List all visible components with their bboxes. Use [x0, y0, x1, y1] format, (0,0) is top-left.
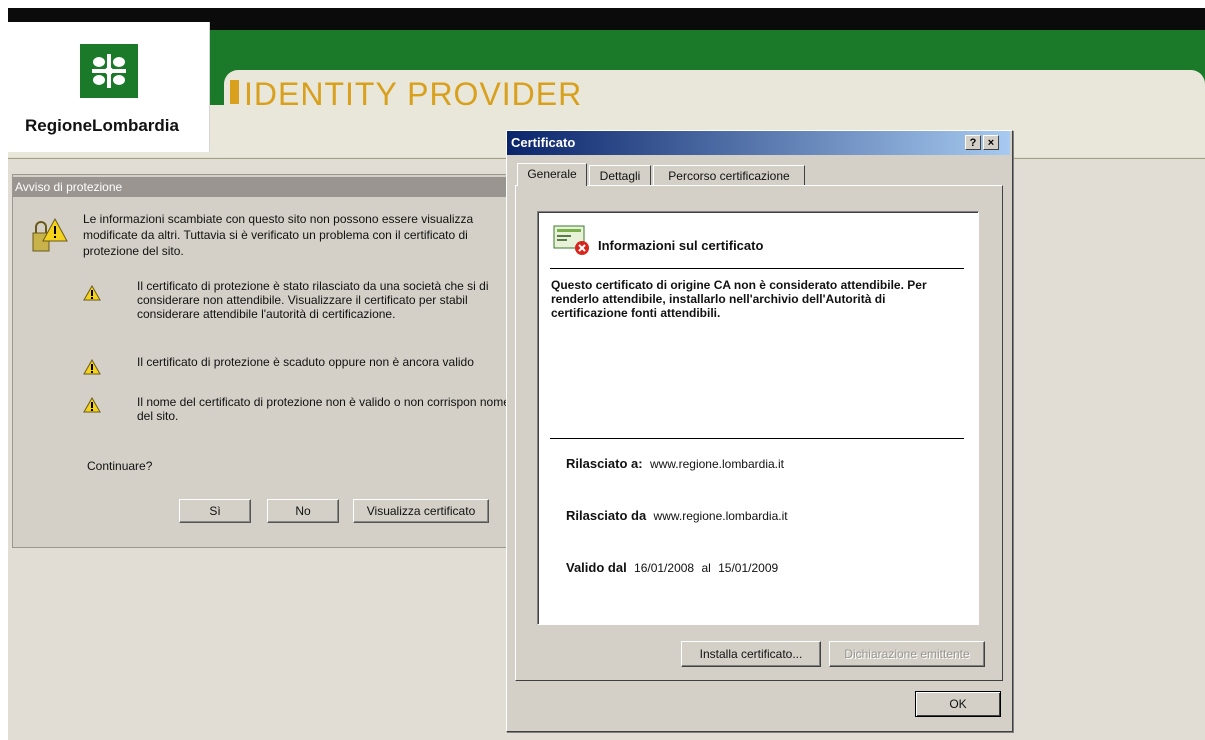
validity-row: Valido dal 16/01/2008 al 15/01/2009: [566, 560, 778, 575]
warning-icon: [83, 284, 101, 301]
warning-text-1: Il certificato di protezione è stato ril…: [137, 279, 489, 321]
warning-icon: [83, 358, 101, 375]
issued-by-label: Rilasciato da: [566, 508, 647, 523]
issued-to-label: Rilasciato a:: [566, 456, 643, 471]
security-intro-text: Le informazioni scambiate con questo sit…: [83, 212, 474, 258]
valid-from-label: Valido dal: [566, 560, 627, 575]
title-accent-bar: [230, 80, 239, 104]
install-certificate-button[interactable]: Installa certificato...: [681, 641, 821, 667]
ok-button[interactable]: OK: [915, 691, 1001, 717]
valid-separator: al: [701, 561, 711, 575]
tab-generale[interactable]: Generale: [517, 163, 587, 186]
security-warning-dialog: Avviso di protezione Le informazioni sca…: [12, 174, 522, 548]
warning-text-2: Il certificato di protezione è scaduto o…: [137, 355, 474, 369]
certificate-info-panel: Informazioni sul certificato Questo cert…: [537, 211, 979, 625]
divider: [550, 438, 964, 439]
yes-button[interactable]: Sì: [179, 499, 251, 523]
certificate-trust-warning: Questo certificato di origine CA non è c…: [551, 278, 927, 320]
security-dialog-title: Avviso di protezione: [13, 177, 521, 197]
logo-wordmark: RegioneLombardia: [25, 116, 179, 135]
regione-logo[interactable]: RegioneLombardia: [8, 22, 210, 152]
issued-by-value: www.regione.lombardia.it: [653, 509, 788, 523]
issuer-statement-button[interactable]: Dichiarazione emittente: [829, 641, 985, 667]
tab-percorso-certificazione[interactable]: Percorso certificazione: [653, 165, 805, 185]
screen-frame: RegioneLombardia IDENTITY PROVIDER Avvis…: [8, 8, 1205, 740]
valid-to-date: 15/01/2009: [718, 561, 779, 575]
certificate-info-title: Informazioni sul certificato: [598, 238, 764, 253]
continue-question: Continuare?: [87, 459, 153, 473]
valid-from-date: 16/01/2008: [634, 561, 695, 575]
issued-by-row: Rilasciato da www.regione.lombardia.it: [566, 508, 788, 523]
close-button[interactable]: ×: [983, 135, 999, 150]
no-button[interactable]: No: [267, 499, 339, 523]
page-title: IDENTITY PROVIDER: [244, 76, 583, 112]
rosa-camuna-icon: [80, 44, 138, 98]
issued-to-row: Rilasciato a: www.regione.lombardia.it: [566, 456, 784, 471]
help-button[interactable]: ?: [965, 135, 981, 150]
warning-text-3: Il nome del certificato di protezione no…: [137, 395, 510, 423]
view-certificate-button[interactable]: Visualizza certificato: [353, 499, 489, 523]
divider: [550, 268, 964, 269]
warning-icon: [83, 396, 101, 413]
issued-to-value: www.regione.lombardia.it: [649, 457, 784, 471]
certificate-dialog-title: Certificato: [507, 131, 1010, 155]
tab-dettagli[interactable]: Dettagli: [589, 165, 651, 185]
certificate-error-icon: [552, 224, 592, 256]
certificate-dialog: Certificato ? × Generale Dettagli Percor…: [506, 130, 1013, 732]
security-lock-icon: [29, 215, 69, 255]
